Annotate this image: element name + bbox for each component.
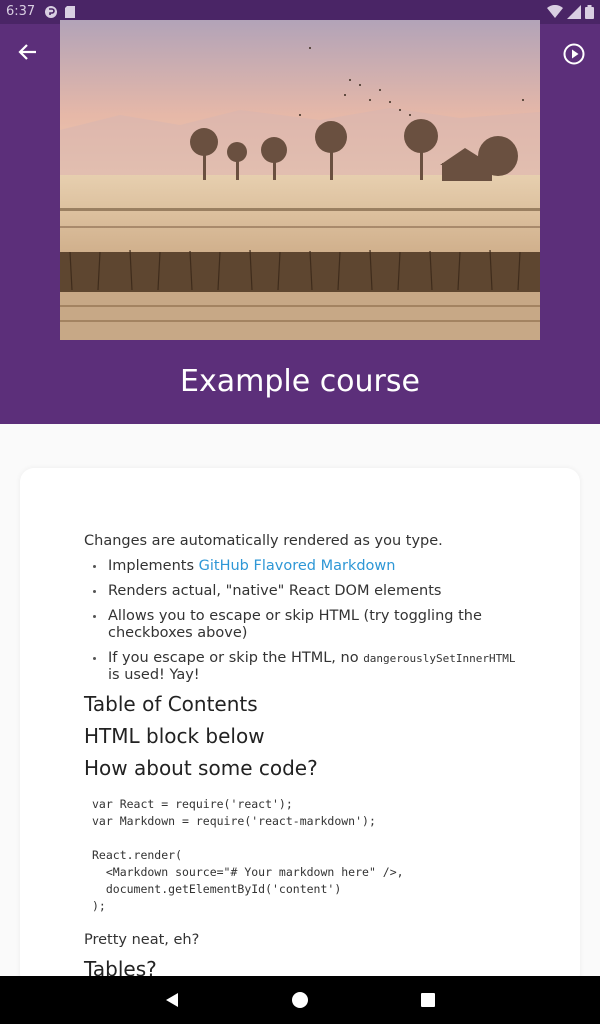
heading-code: How about some code? [84, 756, 318, 780]
list-item: Renders actual, "native" React DOM eleme… [84, 583, 524, 600]
arrow-back-icon [18, 44, 36, 60]
sync-notification-icon [45, 6, 57, 18]
signal-icon [567, 5, 581, 19]
course-header: Example course [0, 20, 600, 424]
notification-icons [44, 5, 76, 19]
course-cover-image [60, 20, 540, 340]
feature-list: Implements GitHub Flavored Markdown Rend… [84, 558, 524, 684]
heading-table-of-contents: Table of Contents [84, 692, 258, 716]
intro-paragraph: Changes are automatically rendered as yo… [84, 533, 443, 549]
system-icons [547, 5, 594, 19]
course-content-card: Changes are automatically rendered as yo… [20, 468, 580, 988]
heading-html-block: HTML block below [84, 724, 265, 748]
battery-icon [585, 5, 594, 19]
nav-back-icon[interactable] [164, 992, 180, 1008]
wifi-icon [547, 5, 563, 18]
markdown-content: Changes are automatically rendered as yo… [84, 532, 524, 988]
after-code-paragraph: Pretty neat, eh? [84, 932, 200, 948]
play-circle-icon [563, 43, 585, 65]
nav-home-icon[interactable] [292, 992, 308, 1008]
status-time: 6:37 [6, 4, 36, 19]
list-item: Implements GitHub Flavored Markdown [84, 558, 524, 575]
list-item: If you escape or skip the HTML, no dange… [84, 650, 524, 684]
nav-recents-icon[interactable] [421, 993, 435, 1007]
course-title: Example course [180, 364, 420, 399]
sd-card-icon [65, 6, 75, 18]
gfm-link[interactable]: GitHub Flavored Markdown [199, 558, 396, 574]
back-button[interactable] [14, 38, 42, 66]
code-block: var React = require('react'); var Markdo… [92, 797, 404, 913]
system-navigation-bar [0, 976, 600, 1024]
inline-code: dangerouslySetInnerHTML [363, 652, 516, 665]
list-item: Allows you to escape or skip HTML (try t… [84, 608, 524, 642]
play-button[interactable] [558, 38, 590, 70]
